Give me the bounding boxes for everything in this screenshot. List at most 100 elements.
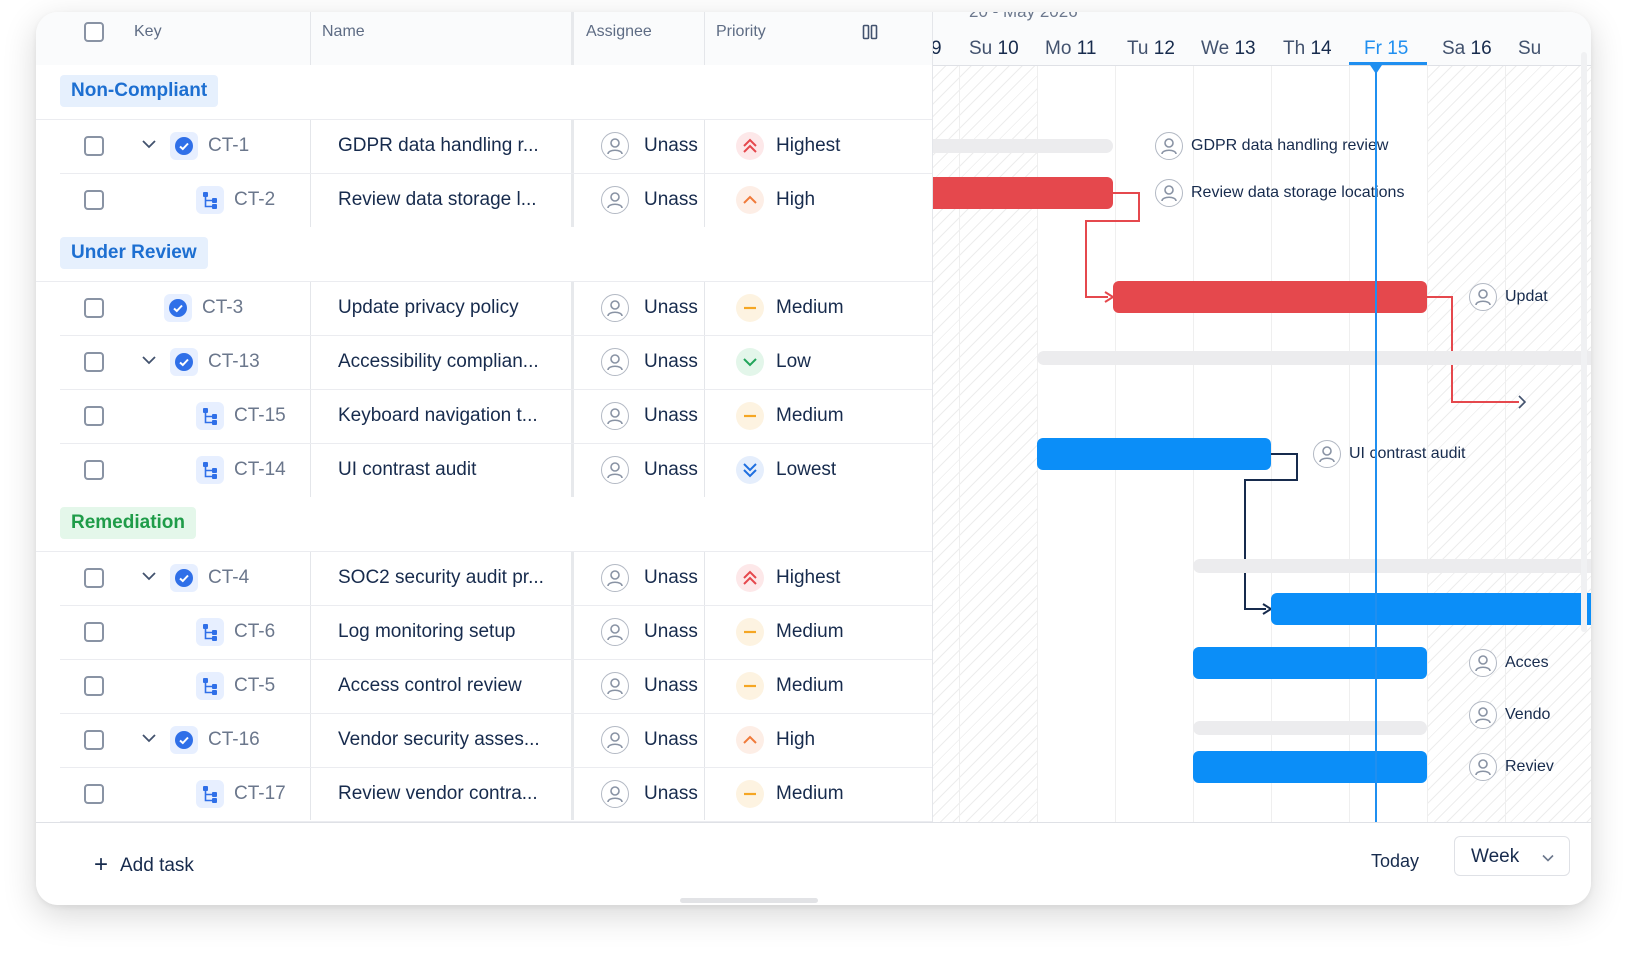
- chevron-down-icon[interactable]: [140, 135, 158, 153]
- assignee-avatar-icon[interactable]: [601, 780, 629, 808]
- row-checkbox[interactable]: [84, 784, 104, 804]
- row-checkbox[interactable]: [84, 406, 104, 426]
- group-header-non-compliant[interactable]: Non-Compliant: [36, 65, 932, 120]
- task-key[interactable]: CT-13: [208, 335, 260, 389]
- priority-label[interactable]: Medium: [776, 389, 844, 443]
- column-settings-icon[interactable]: [862, 24, 878, 40]
- row-checkbox[interactable]: [84, 676, 104, 696]
- add-task-button[interactable]: + Add task: [94, 853, 194, 878]
- select-all-checkbox[interactable]: [84, 22, 104, 42]
- column-header-name[interactable]: Name: [322, 12, 365, 65]
- row-checkbox[interactable]: [84, 352, 104, 372]
- assignee-avatar-icon[interactable]: [601, 186, 629, 214]
- table-row[interactable]: CT-3 Update privacy policy Unass Medium: [60, 281, 932, 336]
- table-row[interactable]: CT-16 Vendor security asses... Unass Hig…: [60, 713, 932, 768]
- row-checkbox[interactable]: [84, 136, 104, 156]
- assignee-avatar-icon[interactable]: [601, 564, 629, 592]
- task-bar-ct-6[interactable]: [1271, 593, 1591, 625]
- assignee-name[interactable]: Unass: [644, 713, 698, 767]
- task-name[interactable]: Access control review: [338, 659, 522, 713]
- assignee-avatar-icon[interactable]: [601, 294, 629, 322]
- assignee-name[interactable]: Unass: [644, 767, 698, 821]
- table-row[interactable]: CT-15 Keyboard navigation t... Unass Med…: [60, 389, 932, 444]
- priority-label[interactable]: Low: [776, 335, 811, 389]
- assignee-name[interactable]: Unass: [644, 605, 698, 659]
- task-name[interactable]: GDPR data handling r...: [338, 119, 539, 173]
- assignee-name[interactable]: Unass: [644, 173, 698, 227]
- group-header-under-review[interactable]: Under Review: [36, 227, 932, 282]
- assignee-avatar-icon[interactable]: [601, 618, 629, 646]
- task-key[interactable]: CT-2: [234, 173, 275, 227]
- task-name[interactable]: Keyboard navigation t...: [338, 389, 538, 443]
- table-row[interactable]: CT-17 Review vendor contra... Unass Medi…: [60, 767, 932, 822]
- table-row[interactable]: CT-6 Log monitoring setup Unass Medium: [60, 605, 932, 660]
- priority-label[interactable]: Highest: [776, 551, 840, 605]
- group-header-remediation[interactable]: Remediation: [36, 497, 932, 552]
- table-row[interactable]: CT-14 UI contrast audit Unass Lowest: [60, 443, 932, 498]
- row-checkbox[interactable]: [84, 190, 104, 210]
- table-row[interactable]: CT-13 Accessibility complian... Unass Lo…: [60, 335, 932, 390]
- task-key[interactable]: CT-17: [234, 767, 286, 821]
- summary-bar-ct-1[interactable]: [933, 139, 1113, 153]
- task-name[interactable]: Review data storage l...: [338, 173, 537, 227]
- task-name[interactable]: Log monitoring setup: [338, 605, 515, 659]
- assignee-avatar-icon[interactable]: [601, 726, 629, 754]
- task-key[interactable]: CT-1: [208, 119, 249, 173]
- table-row[interactable]: CT-5 Access control review Unass Medium: [60, 659, 932, 714]
- task-key[interactable]: CT-16: [208, 713, 260, 767]
- vertical-scrollbar[interactable]: [1581, 52, 1587, 632]
- row-checkbox[interactable]: [84, 460, 104, 480]
- today-button[interactable]: Today: [1371, 851, 1419, 872]
- table-row[interactable]: CT-2 Review data storage l... Unass High: [60, 173, 932, 228]
- chevron-down-icon[interactable]: [140, 351, 158, 369]
- column-header-key[interactable]: Key: [134, 12, 162, 65]
- task-bar-ct-14[interactable]: [1037, 438, 1271, 470]
- task-key[interactable]: CT-15: [234, 389, 286, 443]
- row-checkbox[interactable]: [84, 622, 104, 642]
- table-row[interactable]: CT-4 SOC2 security audit pr... Unass Hig…: [60, 551, 932, 606]
- task-key[interactable]: CT-14: [234, 443, 286, 497]
- priority-label[interactable]: Medium: [776, 659, 844, 713]
- horizontal-scrollbar[interactable]: [680, 898, 818, 903]
- assignee-avatar-icon[interactable]: [601, 132, 629, 160]
- chevron-down-icon[interactable]: [140, 729, 158, 747]
- column-header-assignee[interactable]: Assignee: [586, 12, 652, 65]
- task-bar-ct-2[interactable]: [933, 177, 1113, 209]
- priority-label[interactable]: Lowest: [776, 443, 836, 497]
- task-key[interactable]: CT-5: [234, 659, 275, 713]
- priority-label[interactable]: Medium: [776, 281, 844, 335]
- assignee-name[interactable]: Unass: [644, 119, 698, 173]
- assignee-name[interactable]: Unass: [644, 443, 698, 497]
- priority-label[interactable]: High: [776, 173, 815, 227]
- summary-bar-ct-16[interactable]: [1193, 721, 1427, 735]
- assignee-name[interactable]: Unass: [644, 335, 698, 389]
- assignee-name[interactable]: Unass: [644, 281, 698, 335]
- row-checkbox[interactable]: [84, 730, 104, 750]
- priority-label[interactable]: Highest: [776, 119, 840, 173]
- task-name[interactable]: Vendor security asses...: [338, 713, 540, 767]
- assignee-name[interactable]: Unass: [644, 389, 698, 443]
- chevron-down-icon[interactable]: [140, 567, 158, 585]
- task-name[interactable]: Accessibility complian...: [338, 335, 539, 389]
- task-name[interactable]: SOC2 security audit pr...: [338, 551, 544, 605]
- task-bar-ct-5[interactable]: [1193, 647, 1427, 679]
- timeline[interactable]: 20 - May 2026 9 Su 10 Mo 11 Tu 12 We 13 …: [932, 12, 1591, 822]
- assignee-avatar-icon[interactable]: [601, 402, 629, 430]
- assignee-name[interactable]: Unass: [644, 659, 698, 713]
- assignee-avatar-icon[interactable]: [601, 456, 629, 484]
- task-bar-ct-3[interactable]: [1113, 281, 1427, 313]
- task-name[interactable]: Update privacy policy: [338, 281, 519, 335]
- task-name[interactable]: UI contrast audit: [338, 443, 476, 497]
- task-key[interactable]: CT-4: [208, 551, 249, 605]
- task-key[interactable]: CT-3: [202, 281, 243, 335]
- column-header-priority[interactable]: Priority: [716, 12, 766, 65]
- priority-label[interactable]: Medium: [776, 767, 844, 821]
- task-name[interactable]: Review vendor contra...: [338, 767, 538, 821]
- row-checkbox[interactable]: [84, 298, 104, 318]
- assignee-avatar-icon[interactable]: [601, 348, 629, 376]
- view-select[interactable]: Week: [1454, 836, 1570, 876]
- summary-bar-ct-13[interactable]: [1037, 351, 1591, 365]
- assignee-name[interactable]: Unass: [644, 551, 698, 605]
- summary-bar-ct-4[interactable]: [1193, 559, 1591, 573]
- task-key[interactable]: CT-6: [234, 605, 275, 659]
